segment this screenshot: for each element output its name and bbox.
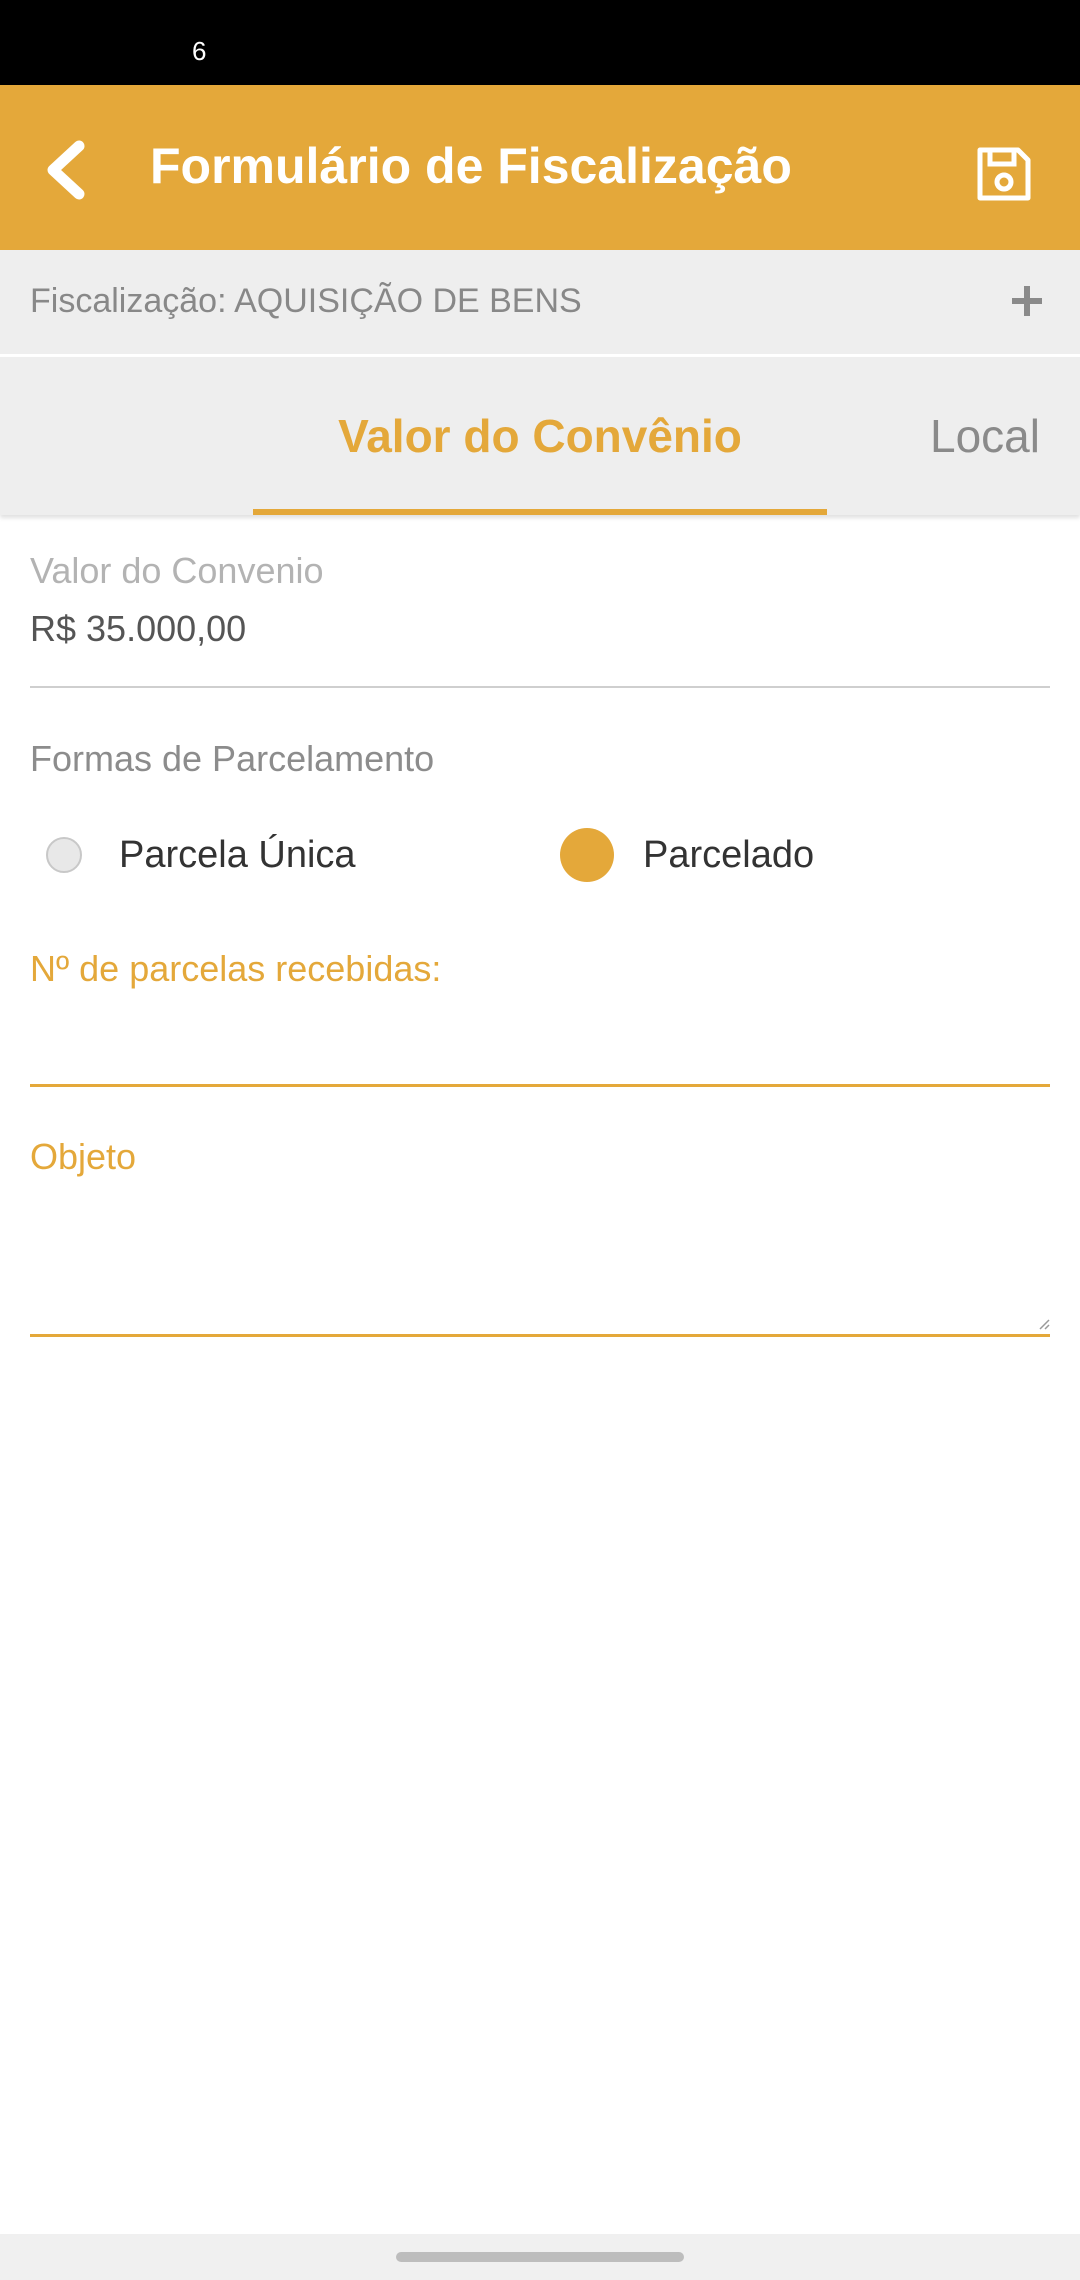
active-tab-indicator bbox=[253, 509, 827, 515]
floppy-disk-icon bbox=[977, 147, 1031, 201]
radio-label: Parcelado bbox=[643, 833, 815, 876]
tab-local[interactable]: Local bbox=[930, 357, 1080, 515]
resize-handle-icon[interactable] bbox=[1038, 1318, 1050, 1330]
system-nav-bar bbox=[0, 2234, 1080, 2280]
tab-valor-do-convenio[interactable]: Valor do Convênio bbox=[253, 357, 827, 515]
fiscalizacao-label: Fiscalização: AQUISIÇÃO DE BENS bbox=[30, 282, 582, 320]
tab-label: Local bbox=[930, 410, 1040, 462]
tab-bar: Valor do Convênio Local bbox=[0, 357, 1080, 515]
save-button[interactable] bbox=[970, 140, 1038, 208]
plus-icon bbox=[1012, 286, 1042, 316]
objeto-label: Objeto bbox=[30, 1136, 137, 1177]
status-clock: 6 bbox=[192, 36, 207, 66]
radio-parcelado[interactable]: Parcelado bbox=[560, 824, 814, 886]
home-gesture-handle[interactable] bbox=[396, 2252, 684, 2262]
parcelas-input[interactable] bbox=[30, 1010, 1050, 1085]
app-bar: Formulário de Fiscalização bbox=[0, 85, 1080, 250]
parcelamento-label: Formas de Parcelamento bbox=[30, 738, 435, 779]
parcelas-label: Nº de parcelas recebidas: bbox=[30, 948, 442, 989]
objeto-textarea[interactable] bbox=[30, 1196, 1050, 1334]
status-bar: 6 bbox=[0, 0, 1080, 85]
tab-label: Valor do Convênio bbox=[338, 410, 742, 462]
back-button[interactable] bbox=[30, 135, 100, 205]
add-button[interactable] bbox=[1002, 276, 1052, 326]
chevron-left-icon bbox=[47, 140, 85, 200]
parcelas-underline bbox=[30, 1084, 1050, 1087]
valor-divider bbox=[30, 686, 1050, 688]
radio-parcela-unica[interactable]: Parcela Única bbox=[46, 824, 356, 886]
valor-convenio-value: R$ 35.000,00 bbox=[30, 608, 247, 649]
fiscalizacao-header: Fiscalização: AQUISIÇÃO DE BENS bbox=[0, 250, 1080, 357]
radio-checked-icon bbox=[560, 828, 614, 882]
radio-label: Parcela Única bbox=[119, 833, 356, 876]
objeto-underline bbox=[30, 1334, 1050, 1337]
page-title: Formulário de Fiscalização bbox=[150, 138, 792, 194]
radio-unchecked-icon bbox=[46, 837, 82, 873]
valor-convenio-label: Valor do Convenio bbox=[30, 550, 324, 591]
